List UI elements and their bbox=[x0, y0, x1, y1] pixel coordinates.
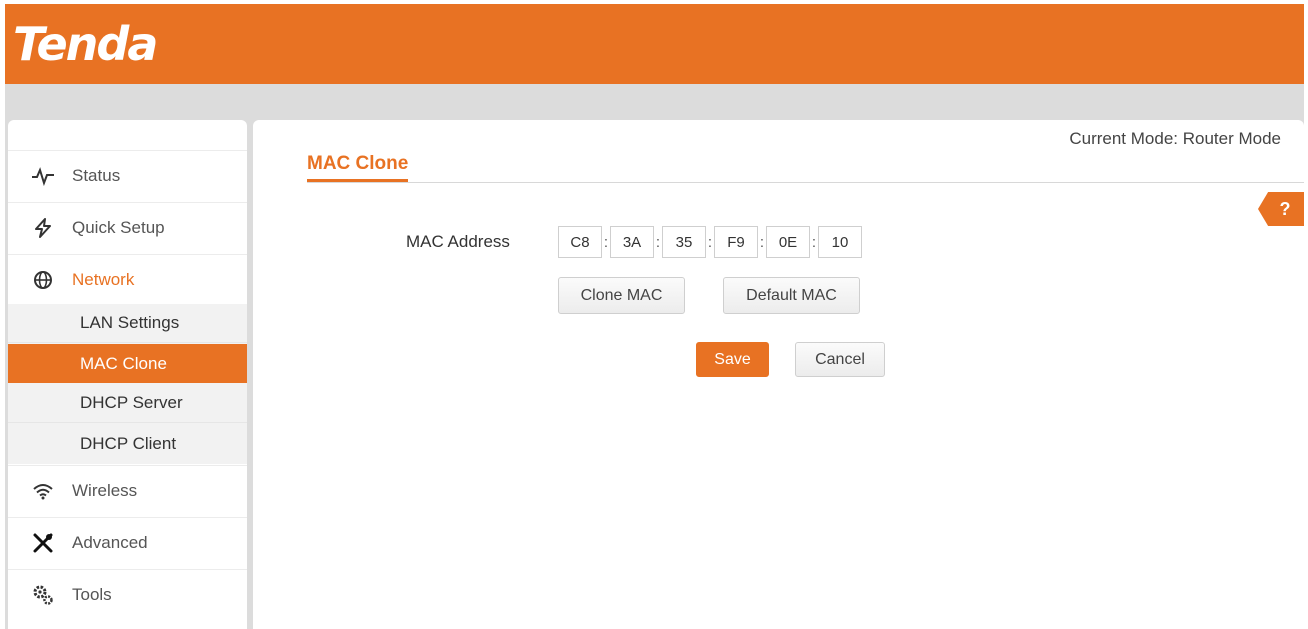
page-title: MAC Clone bbox=[307, 153, 409, 182]
network-submenu: LAN Settings MAC Clone DHCP Server DHCP … bbox=[8, 304, 247, 464]
pulse-icon bbox=[30, 163, 56, 189]
sidebar-item-advanced[interactable]: Advanced bbox=[8, 517, 247, 568]
tools-cross-icon bbox=[30, 530, 56, 556]
sidebar-item-quick-setup[interactable]: Quick Setup bbox=[8, 202, 247, 253]
mac-separator: : bbox=[759, 233, 765, 251]
sidebar-item-wireless[interactable]: Wireless bbox=[8, 465, 247, 516]
sidebar-item-tools[interactable]: Tools bbox=[8, 569, 247, 620]
sidebar-item-status[interactable]: Status bbox=[8, 150, 247, 201]
mac-separator: : bbox=[603, 233, 609, 251]
submenu-item-label: LAN Settings bbox=[80, 313, 180, 332]
divider bbox=[307, 182, 1304, 183]
sidebar-item-label: Status bbox=[72, 166, 121, 185]
mac-octet-6-input[interactable] bbox=[818, 226, 862, 258]
mac-separator: : bbox=[707, 233, 713, 251]
sidebar: Status Quick Setup Network LAN Settings … bbox=[8, 120, 247, 629]
tenda-logo: Tenda bbox=[13, 17, 158, 71]
sidebar-item-label: Wireless bbox=[72, 481, 138, 500]
cancel-button[interactable]: Cancel bbox=[795, 342, 885, 377]
submenu-item-label: DHCP Client bbox=[80, 433, 177, 453]
top-header: Tenda bbox=[5, 4, 1304, 84]
save-button[interactable]: Save bbox=[696, 342, 769, 377]
sidebar-item-label: Advanced bbox=[72, 533, 148, 552]
sidebar-item-network[interactable]: Network bbox=[8, 254, 247, 305]
lightning-icon bbox=[30, 215, 56, 241]
mac-octet-3-input[interactable] bbox=[662, 226, 706, 258]
submenu-item-mac-clone[interactable]: MAC Clone bbox=[8, 344, 247, 383]
default-mac-button[interactable]: Default MAC bbox=[723, 277, 860, 314]
sidebar-item-label: Tools bbox=[72, 585, 112, 604]
mac-octet-1-input[interactable] bbox=[558, 226, 602, 258]
globe-icon bbox=[30, 267, 56, 293]
current-mode-text: Current Mode: Router Mode bbox=[1069, 129, 1281, 148]
wifi-icon bbox=[30, 478, 56, 504]
mac-address-label: MAC Address bbox=[406, 232, 510, 251]
submenu-item-dhcp-client[interactable]: DHCP Client bbox=[8, 424, 247, 463]
mac-address-fields: : : : : : bbox=[558, 226, 862, 258]
help-button[interactable]: ? bbox=[1258, 192, 1304, 226]
main-panel: Current Mode: Router Mode MAC Clone ? MA… bbox=[253, 120, 1304, 629]
mac-octet-4-input[interactable] bbox=[714, 226, 758, 258]
submenu-item-label: MAC Clone bbox=[80, 353, 167, 373]
submenu-item-dhcp-server[interactable]: DHCP Server bbox=[8, 384, 247, 423]
submenu-item-label: DHCP Server bbox=[80, 393, 183, 412]
mac-octet-5-input[interactable] bbox=[766, 226, 810, 258]
mac-octet-2-input[interactable] bbox=[610, 226, 654, 258]
mac-separator: : bbox=[811, 233, 817, 251]
gears-icon bbox=[30, 582, 56, 608]
sidebar-item-label: Quick Setup bbox=[72, 218, 165, 237]
submenu-item-lan-settings[interactable]: LAN Settings bbox=[8, 304, 247, 343]
mac-separator: : bbox=[655, 233, 661, 251]
clone-mac-button[interactable]: Clone MAC bbox=[558, 277, 685, 314]
sidebar-item-label: Network bbox=[72, 270, 135, 289]
